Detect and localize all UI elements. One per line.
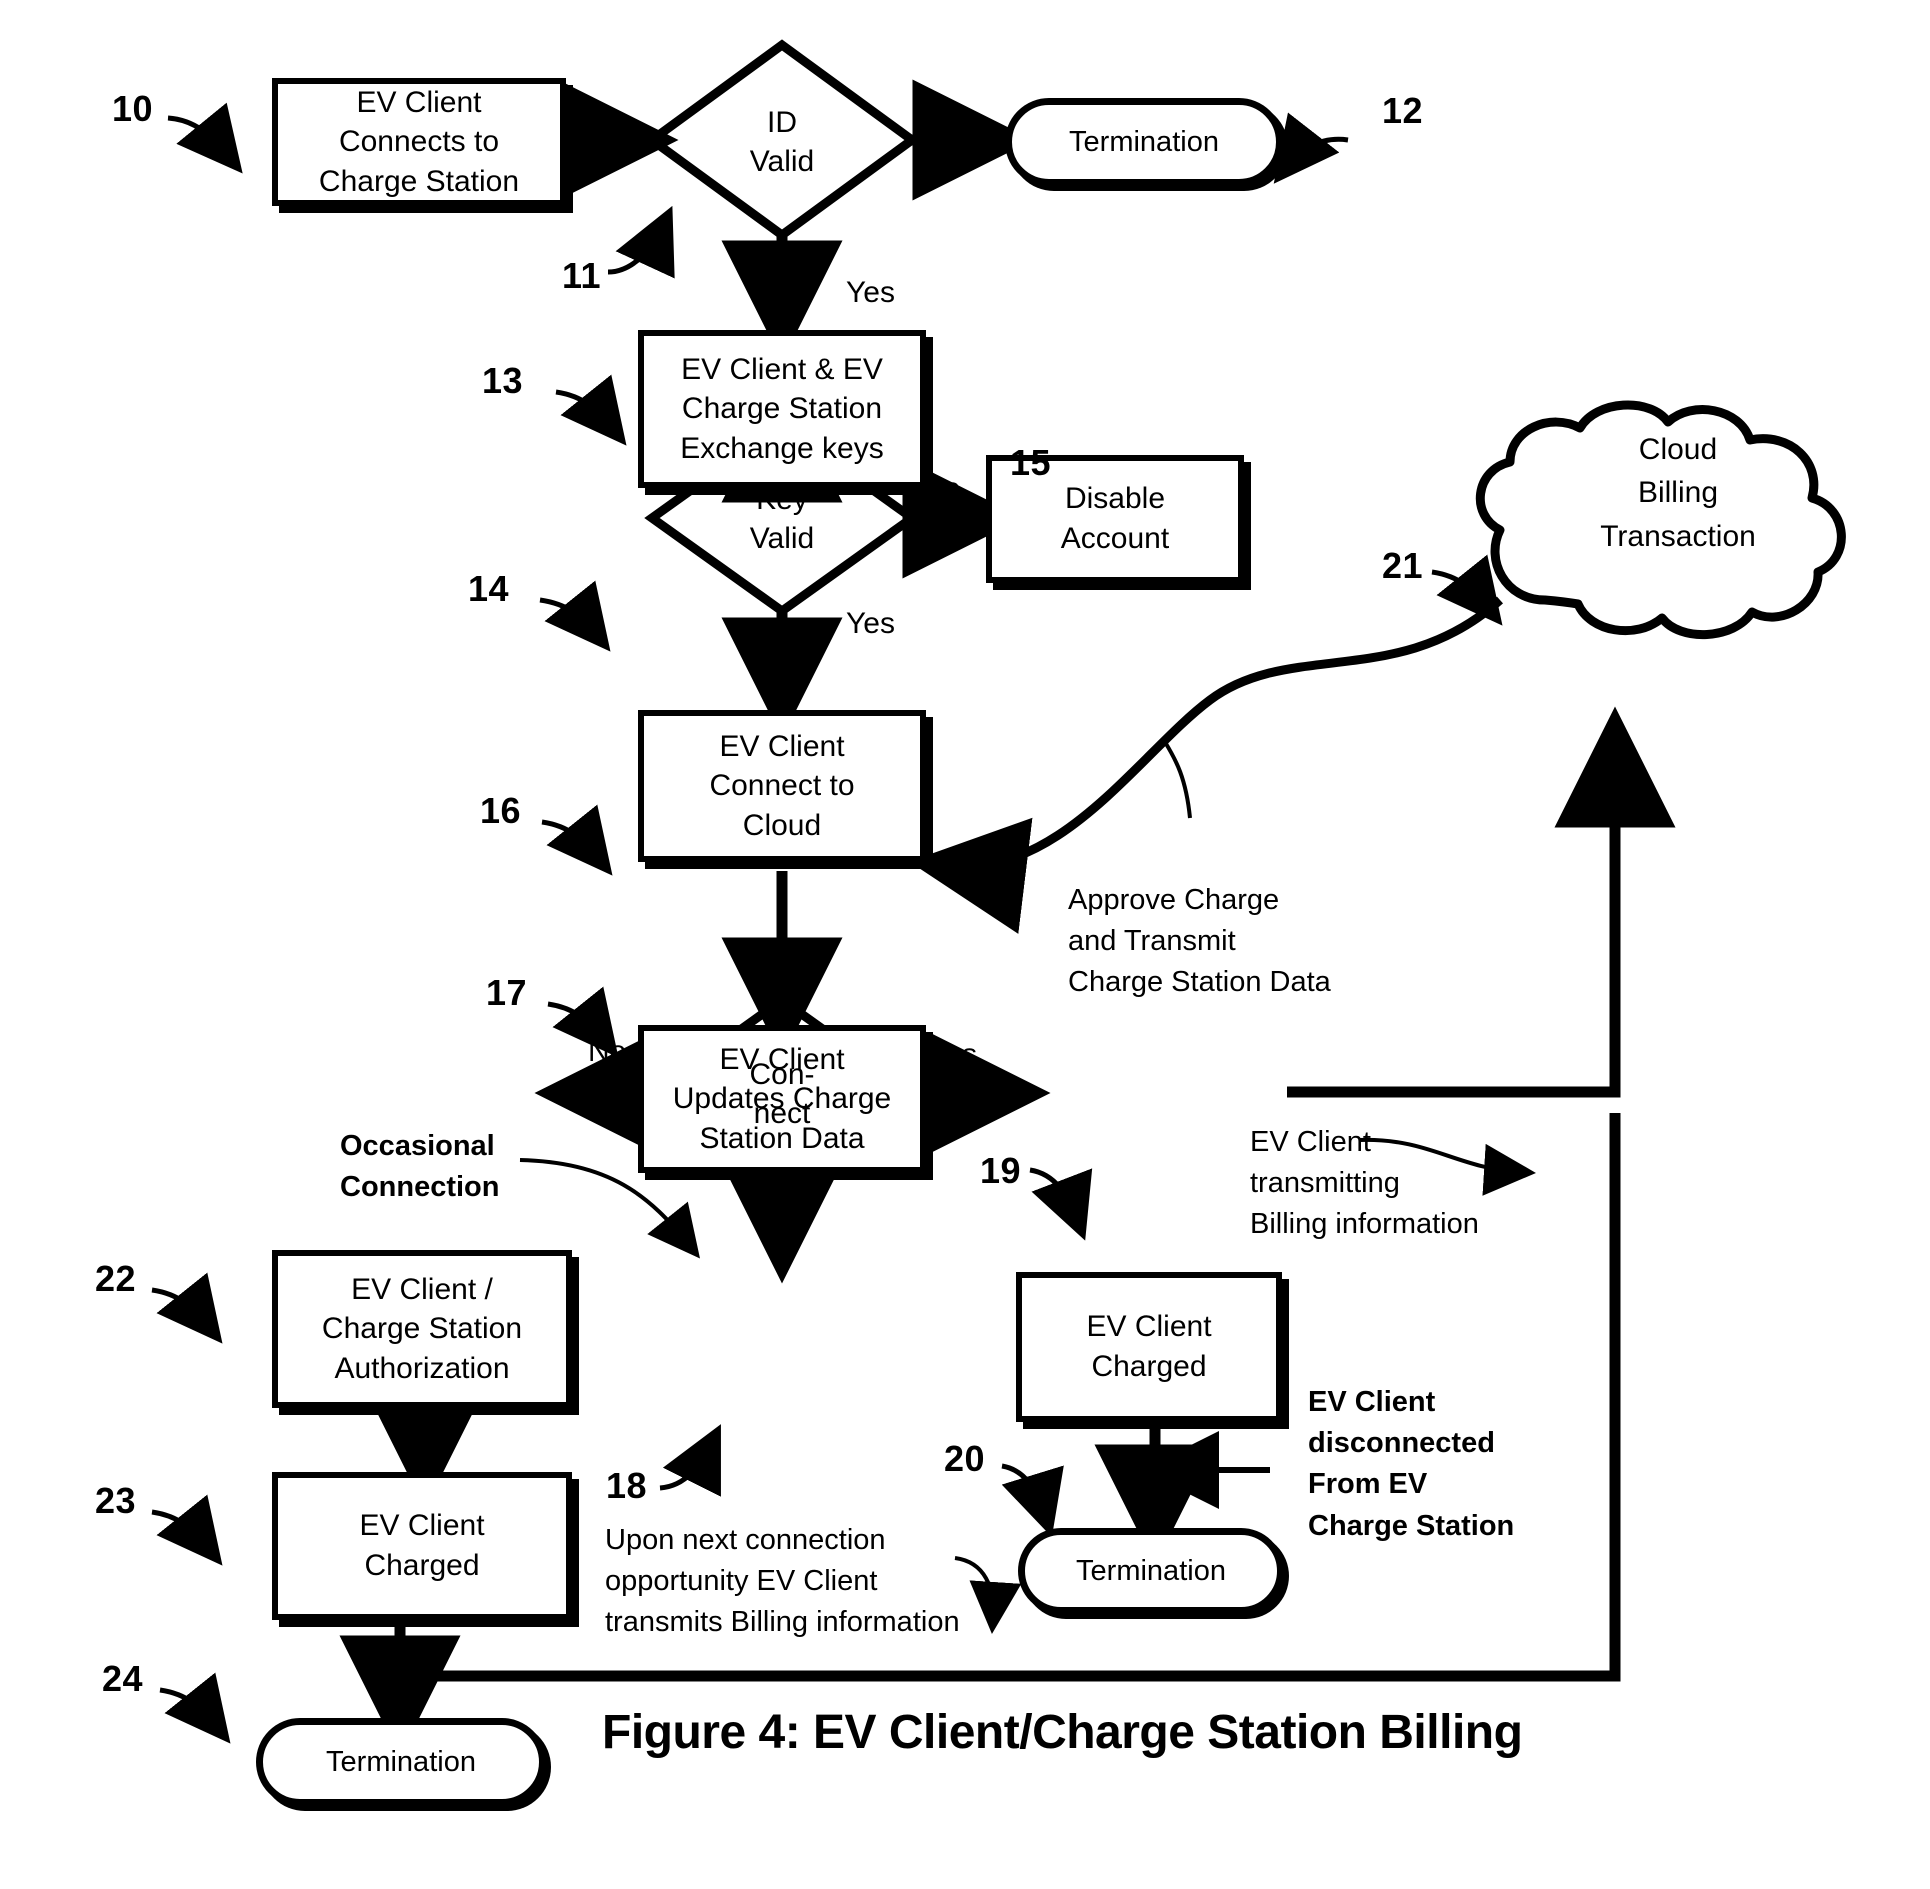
edge-label-key-valid-no: No: [922, 472, 961, 505]
ref-16: 16: [480, 790, 522, 831]
node-connect-to-cloud[interactable]: EV Client Connect to Cloud: [638, 710, 926, 862]
ref-12: 12: [1382, 90, 1424, 131]
ref-21: 21: [1382, 545, 1424, 586]
node-key-valid[interactable]: Key Valid: [702, 478, 862, 560]
leader-ref-23: [151, 1494, 223, 1566]
edge-cloud-approve-charge: [909, 596, 1504, 934]
ref-20: 20: [944, 1438, 986, 1479]
node-cloud-billing[interactable]: Cloud Billing Transaction: [1568, 418, 1788, 568]
node-ev-client-charged-left[interactable]: EV Client Charged: [272, 1472, 572, 1620]
leader-ref-22: [151, 1272, 223, 1344]
node-label: EV Client Updates Charge Station Data: [672, 1042, 892, 1155]
node-ev-client-charged-right[interactable]: EV Client Charged: [1016, 1272, 1282, 1422]
edge-label-connect-yes: Yes: [928, 1038, 977, 1071]
ref-18: 18: [606, 1465, 648, 1506]
annotation-disconnected: EV Client disconnected From EV Charge St…: [1308, 1386, 1515, 1542]
ref-22: 22: [95, 1258, 137, 1299]
ref-10: 10: [112, 88, 154, 129]
leader-ref-20: [1001, 1463, 1064, 1538]
node-termination-top[interactable]: Termination: [1005, 98, 1283, 186]
node-label: Key Valid: [749, 483, 815, 555]
ref-24: 24: [102, 1658, 144, 1699]
node-label: EV Client / Charge Station Authorization: [321, 1272, 523, 1385]
ref-14: 14: [468, 568, 510, 609]
ref-15: 15: [1010, 442, 1052, 483]
node-termination-bottom[interactable]: Termination: [256, 1718, 546, 1806]
node-ev-client-connects[interactable]: EV Client Connects to Charge Station: [272, 78, 566, 206]
edge-label-connect-no: No: [588, 1035, 627, 1068]
node-label: ID Valid: [749, 106, 815, 178]
node-exchange-keys[interactable]: EV Client & EV Charge Station Exchange k…: [638, 330, 926, 488]
ref-17: 17: [486, 972, 528, 1013]
node-label: Termination: [1069, 125, 1219, 158]
leader-ref-14: [539, 580, 611, 652]
leader-ref-24: [159, 1672, 231, 1744]
node-label: Termination: [1076, 1554, 1226, 1587]
annotation-occasional-connection: Occasional Connection: [340, 1130, 500, 1204]
ref-23: 23: [95, 1480, 137, 1521]
node-label: Termination: [326, 1745, 476, 1778]
node-label: EV Client Charged: [359, 1509, 485, 1582]
ref-19: 19: [980, 1150, 1022, 1191]
ref-11: 11: [562, 255, 602, 296]
edge-label-id-valid-no: No: [918, 95, 957, 128]
leader-approve-charge: [1163, 740, 1192, 819]
edge-label-id-valid-yes: Yes: [846, 276, 895, 309]
annotation-upon-next-connection: Upon next connection opportunity EV Clie…: [605, 1524, 960, 1639]
ref-13: 13: [482, 360, 524, 401]
figure-title: Figure 4: EV Client/Charge Station Billi…: [602, 1706, 1523, 1759]
annotation-approve-charge: Approve Charge and Transmit Charge Stati…: [1068, 884, 1331, 999]
node-label: EV Client Connect to Cloud: [709, 729, 855, 842]
figure-canvas: EV Client Connects to Charge Station 10 …: [0, 0, 1930, 1889]
leader-ref-12: [1273, 112, 1349, 184]
leader-ref-19: [1029, 1167, 1093, 1241]
node-termination-mid[interactable]: Termination: [1018, 1528, 1284, 1614]
node-label: EV Client Charged: [1086, 1310, 1212, 1383]
leader-ref-11: [607, 205, 675, 279]
node-label: Disable Account: [1060, 482, 1170, 555]
leader-ref-18: [659, 1424, 721, 1497]
leader-ref-13: [555, 374, 627, 446]
leader-ref-21: [1431, 554, 1503, 626]
leader-ref-16: [541, 804, 613, 876]
leader-ref-10: [167, 102, 243, 174]
annotation-transmitting-billing: EV Client transmitting Billing informati…: [1250, 1126, 1479, 1241]
node-id-valid[interactable]: ID Valid: [702, 100, 862, 184]
edge-label-key-valid-yes: Yes: [846, 607, 895, 640]
node-authorization[interactable]: EV Client / Charge Station Authorization: [272, 1250, 572, 1408]
edge-charged19-to-cloud: [1287, 706, 1676, 1098]
node-label: Cloud Billing Transaction: [1600, 432, 1756, 553]
node-label: EV Client & EV Charge Station Exchange k…: [680, 352, 884, 465]
diamond-id-valid: [644, 39, 920, 241]
leader-upon-next-connection: [954, 1556, 1022, 1634]
node-label: EV Client Connects to Charge Station: [318, 85, 520, 198]
node-updates-charge-station-data[interactable]: EV Client Updates Charge Station Data: [638, 1025, 926, 1173]
